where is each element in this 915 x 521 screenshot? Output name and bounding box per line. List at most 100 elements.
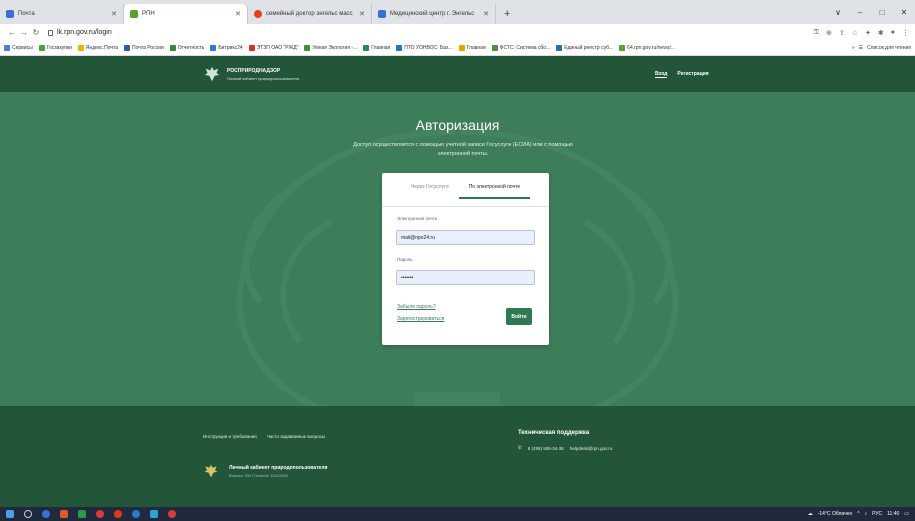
bookmark[interactable]: Главная: [363, 45, 390, 51]
site-logo[interactable]: РОСПРИРОДНАДЗОР Личный кабинет природопо…: [203, 65, 299, 83]
bookmark-label: Почта России: [131, 45, 164, 51]
email-field[interactable]: mail@npo24.ru: [396, 230, 535, 245]
bookmark[interactable]: Единый реестр суб...: [556, 45, 613, 51]
new-tab-button[interactable]: +: [496, 4, 518, 24]
close-icon[interactable]: ✕: [353, 10, 365, 18]
rzd-icon: [248, 45, 255, 51]
close-icon[interactable]: ✕: [229, 10, 241, 18]
bookmark-label: Главная: [371, 45, 391, 51]
auth-method-tabs: Через Госуслуги По электронной почте: [382, 181, 549, 199]
search-icon[interactable]: [24, 510, 32, 518]
browser-tab-medcenter[interactable]: Медицинский центр г. Энгельс ✕: [372, 4, 496, 24]
instructions-link[interactable]: Инструкции и требования: [203, 434, 257, 439]
bookmark[interactable]: Почта России: [123, 45, 164, 51]
bookmark[interactable]: Главная: [458, 45, 486, 51]
bookmark[interactable]: Битрикс24: [210, 45, 243, 51]
address-bar: ← → ↻ lk.rpn.gov.ru/login ⚿ ⊕ ⇪ ☆ ✦ ✱ ● …: [0, 24, 915, 41]
logo-title: РОСПРИРОДНАДЗОР: [227, 67, 281, 74]
address-bar-actions: ⚿ ⊕ ⇪ ☆ ✦ ✱ ● ⋮: [814, 29, 909, 37]
app-icon[interactable]: [96, 510, 104, 518]
app-icon[interactable]: [132, 510, 140, 518]
bookmark-label: Отчетность: [177, 45, 205, 51]
app-icon[interactable]: [78, 510, 86, 518]
notifications-icon[interactable]: ▭: [904, 511, 909, 517]
profile-icon[interactable]: ●: [891, 29, 895, 37]
menu-icon[interactable]: ⋮: [902, 29, 909, 37]
lang-indicator[interactable]: РУС: [872, 511, 882, 517]
bookmark-label: Яндекс.Почта: [85, 45, 118, 51]
star-icon[interactable]: ☆: [852, 29, 858, 37]
forward-arrow-icon[interactable]: →: [18, 28, 30, 37]
eagle-icon: [491, 45, 498, 51]
password-label: Пароль: [397, 257, 413, 262]
close-icon[interactable]: ✕: [105, 10, 117, 18]
window-controls: ∨ – □ ✕: [827, 0, 915, 24]
bookmark[interactable]: Умная Экология -...: [304, 45, 357, 51]
close-window-button[interactable]: ✕: [893, 8, 915, 17]
page-title: Авторизация: [415, 117, 500, 133]
chevron-up-icon[interactable]: ^: [857, 511, 859, 517]
volume-icon[interactable]: ♪: [865, 511, 868, 517]
browser-tab-rpn[interactable]: РПН ✕: [124, 4, 248, 24]
bookmark[interactable]: ЭТЗП ОАО "РЖД": [248, 45, 298, 51]
register-link[interactable]: Зарегистрироваться: [397, 316, 444, 322]
tab-label: РПН: [142, 11, 155, 17]
bookmark[interactable]: Госзакупки: [38, 45, 72, 51]
bookmark-label: Госзакупки: [46, 45, 72, 51]
extension-icon[interactable]: ✦: [865, 29, 871, 37]
browser-tab-doctor[interactable]: семейный доктор энгельс масс ✕: [248, 4, 372, 24]
nav-register-link[interactable]: Регистрация: [677, 71, 708, 78]
bookmark[interactable]: ФСТС: Система сбо...: [491, 45, 550, 51]
mail-favicon-icon: [6, 10, 14, 18]
bar-icon: [458, 45, 465, 51]
back-arrow-icon[interactable]: ←: [6, 28, 18, 37]
app-icon[interactable]: [168, 510, 176, 518]
tab-label: Медицинский центр г. Энгельс: [390, 11, 475, 17]
tab-gosuslugi[interactable]: Через Госуслуги: [401, 181, 459, 199]
url-field[interactable]: lk.rpn.gov.ru/login: [48, 29, 112, 36]
header-nav: Вход Регистрация: [655, 71, 709, 78]
forgot-password-link[interactable]: Забыли пароль?: [397, 304, 436, 310]
support-email[interactable]: helpdesk@rpn.gov.ru: [570, 446, 613, 451]
auth-description: Доступ осуществляется с помощью учетной …: [353, 142, 573, 157]
puzzle-icon[interactable]: ✱: [878, 29, 884, 37]
bookmark[interactable]: Сервисы: [4, 45, 33, 51]
phone-icon: ✆: [518, 445, 522, 450]
zoom-icon[interactable]: ⊕: [826, 29, 832, 37]
tab-search-button[interactable]: ∨: [827, 8, 849, 17]
close-icon[interactable]: ✕: [477, 10, 489, 18]
share-icon[interactable]: ⇪: [839, 29, 845, 37]
yandex-icon[interactable]: [114, 510, 122, 518]
reload-icon[interactable]: ↻: [30, 28, 42, 37]
yandex-favicon-icon: [254, 10, 262, 18]
support-phone[interactable]: 8 (495) 565-34-38: [528, 446, 564, 451]
nav-login-link[interactable]: Вход: [655, 71, 668, 78]
footer-version: Версия: 09e77ec6a3e 10012054: [229, 472, 288, 478]
windows-start-icon[interactable]: [6, 510, 14, 518]
app-icon[interactable]: [60, 510, 68, 518]
weather-text[interactable]: -14°C Облачно: [818, 511, 853, 517]
faq-link[interactable]: Часто задаваемые вопросы: [267, 434, 325, 439]
reading-list-icon: ☰: [858, 45, 864, 51]
app-icon[interactable]: [150, 510, 158, 518]
password-field[interactable]: •••••••: [396, 270, 535, 285]
login-button[interactable]: Войти: [506, 308, 532, 325]
key-icon[interactable]: ⚿: [814, 29, 819, 37]
bookmark[interactable]: Отчетность: [169, 45, 205, 51]
tab-email[interactable]: По электронной почте: [458, 181, 531, 199]
support-contacts: ✆ 8 (495) 565-34-38 helpdesk@rpn.gov.ru: [518, 445, 612, 451]
bookmark[interactable]: Яндекс.Почта: [77, 45, 118, 51]
browser-tab-mail[interactable]: Почта ✕: [0, 4, 124, 24]
clock[interactable]: 11:40: [887, 511, 899, 517]
cortana-icon[interactable]: [42, 510, 50, 518]
minimize-button[interactable]: –: [849, 8, 871, 17]
bookmark[interactable]: 64.rpn.gov.ru/news/...: [619, 45, 675, 51]
bookmarks-bar: Сервисы Госзакупки Яндекс.Почта Почта Ро…: [0, 41, 915, 56]
bookmark[interactable]: ПТО УОНВОС: Бах...: [396, 45, 453, 51]
reading-list-button[interactable]: Список для чтения: [867, 45, 911, 51]
eagle-icon: [38, 45, 45, 51]
more-bookmarks-button[interactable]: »: [852, 45, 855, 51]
bookmark-label: 64.rpn.gov.ru/news/...: [627, 45, 675, 51]
maximize-button[interactable]: □: [871, 8, 893, 17]
check-icon: [396, 45, 403, 51]
